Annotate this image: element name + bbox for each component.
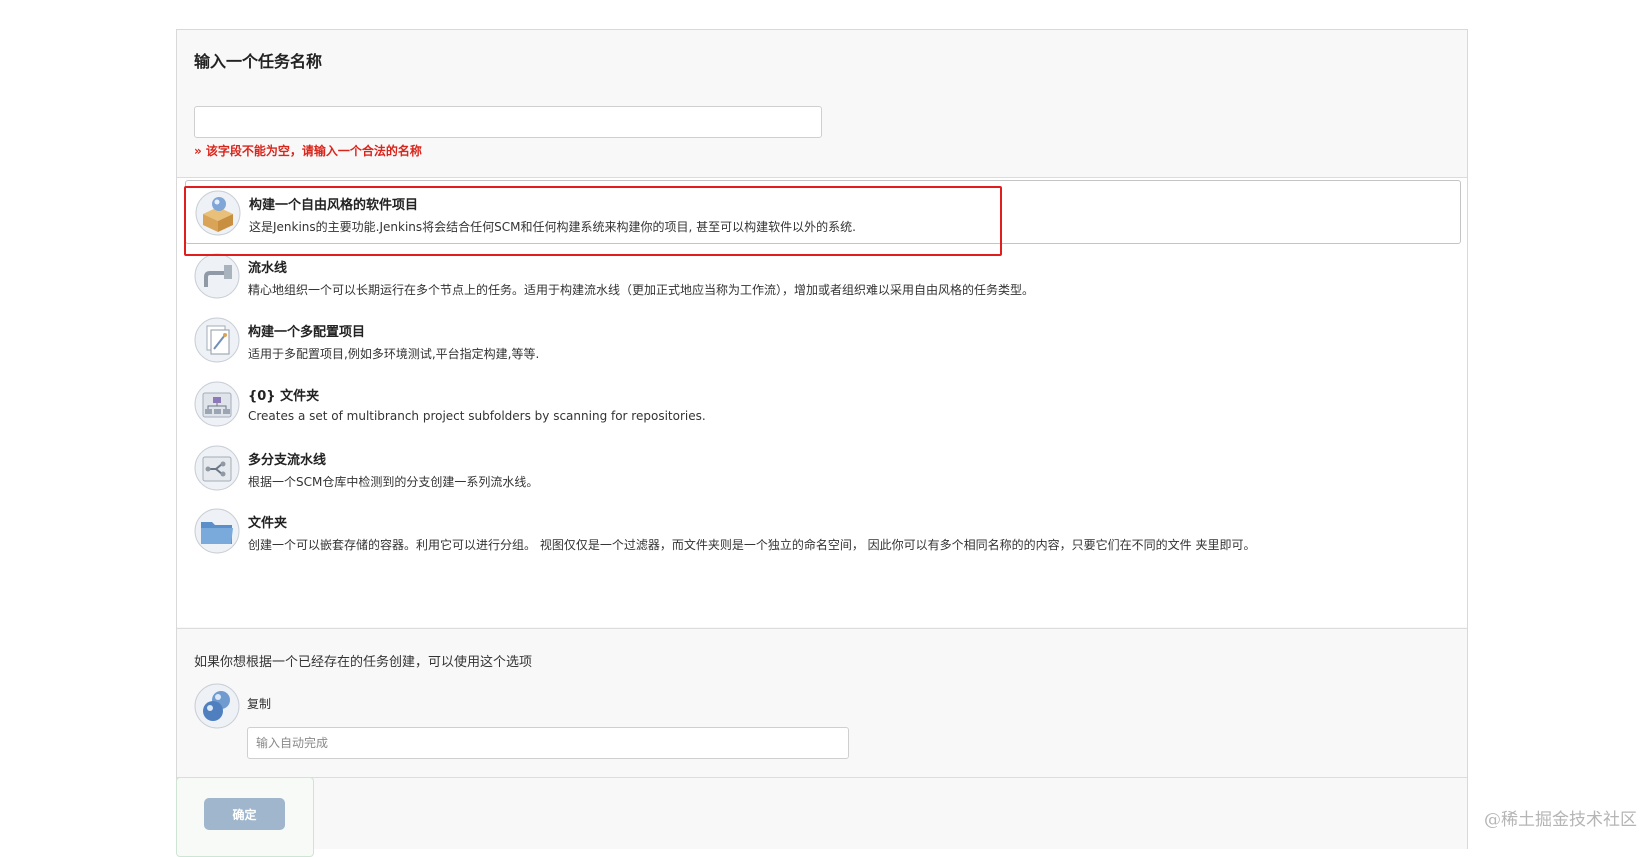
item-type-desc: 精心地组织一个可以长期运行在多个节点上的任务。适用于构建流水线（更加正式地应当称… <box>248 283 1035 297</box>
item-type-title: 构建一个多配置项目 <box>248 325 366 340</box>
item-type-desc: 创建一个可以嵌套存储的容器。利用它可以进行分组。 视图仅仅是一个过滤器，而文件夹… <box>248 538 1256 552</box>
pipeline-icon <box>194 253 240 299</box>
new-item-panel: 输入一个任务名称 » 该字段不能为空，请输入一个合法的名称 构建一个自由风格的软… <box>176 29 1468 857</box>
form-footer: 确定 <box>176 777 314 857</box>
copy-label: 复制 <box>247 697 272 711</box>
item-type-title: 多分支流水线 <box>248 453 327 468</box>
item-name-input[interactable] <box>194 106 822 138</box>
item-type-desc: 适用于多配置项目,例如多环境测试,平台指定构建,等等. <box>248 347 540 361</box>
validation-error: » 该字段不能为空，请输入一个合法的名称 <box>194 144 422 158</box>
item-type-pipeline[interactable]: 流水线 精心地组织一个可以长期运行在多个节点上的任务。适用于构建流水线（更加正式… <box>185 244 1461 308</box>
folder-icon <box>194 508 240 554</box>
ok-button[interactable]: 确定 <box>204 798 285 830</box>
item-type-multibranch-pipeline[interactable]: 多分支流水线 根据一个SCM仓库中检测到的分支创建一系列流水线。 <box>185 436 1461 500</box>
item-type-desc: 根据一个SCM仓库中检测到的分支创建一系列流水线。 <box>248 475 539 489</box>
copy-existing-section: 如果你想根据一个已经存在的任务创建，可以使用这个选项 复制 <box>177 628 1467 778</box>
item-type-title: 构建一个自由风格的软件项目 <box>249 198 419 213</box>
item-type-title: 文件夹 <box>248 516 288 531</box>
copy-spheres-icon <box>194 683 240 729</box>
item-type-organization-folder[interactable]: {0} 文件夹 Creates a set of multibranch pro… <box>185 372 1461 436</box>
item-type-desc: Creates a set of multibranch project sub… <box>248 409 706 423</box>
item-type-folder[interactable]: 文件夹 创建一个可以嵌套存储的容器。利用它可以进行分组。 视图仅仅是一个过滤器，… <box>185 499 1461 563</box>
organization-folder-icon <box>194 381 240 427</box>
freestyle-box-icon <box>195 190 241 236</box>
copy-from-input[interactable] <box>247 727 849 759</box>
item-name-section: 输入一个任务名称 » 该字段不能为空，请输入一个合法的名称 <box>177 30 1467 178</box>
item-type-title: 流水线 <box>248 261 288 276</box>
item-type-list: 构建一个自由风格的软件项目 这是Jenkins的主要功能.Jenkins将会结合… <box>177 178 1467 627</box>
copy-hint: 如果你想根据一个已经存在的任务创建，可以使用这个选项 <box>194 655 533 670</box>
item-type-desc: 这是Jenkins的主要功能.Jenkins将会结合任何SCM和任何构建系统来构… <box>249 220 856 234</box>
watermark: @稀土掘金技术社区 <box>1484 810 1637 830</box>
multi-config-icon <box>194 317 240 363</box>
item-type-multi-config[interactable]: 构建一个多配置项目 适用于多配置项目,例如多环境测试,平台指定构建,等等. <box>185 308 1461 372</box>
item-type-title: {0} 文件夹 <box>248 389 320 404</box>
item-type-freestyle[interactable]: 构建一个自由风格的软件项目 这是Jenkins的主要功能.Jenkins将会结合… <box>185 180 1461 244</box>
item-name-title: 输入一个任务名称 <box>194 52 323 71</box>
multibranch-pipeline-icon <box>194 445 240 491</box>
